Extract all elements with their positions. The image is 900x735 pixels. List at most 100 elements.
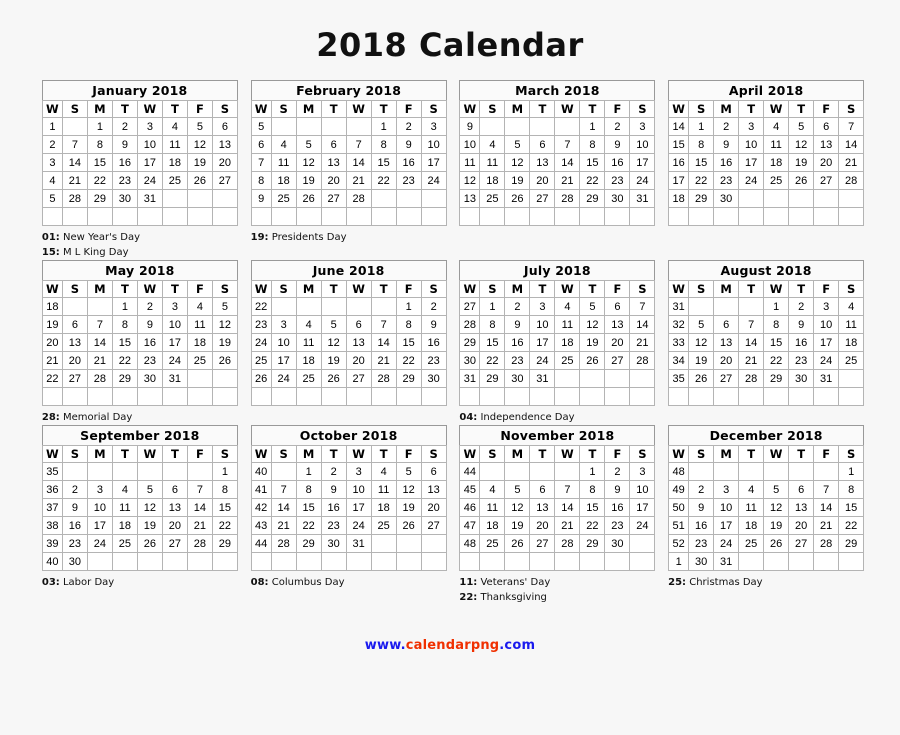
day-cell[interactable]: 23 [688,534,715,554]
day-cell[interactable]: 14 [838,135,865,155]
day-cell[interactable]: 27 [713,369,740,389]
day-cell[interactable]: 28 [270,534,297,554]
day-cell[interactable]: 9 [788,315,815,335]
day-cell[interactable]: 28 [554,534,581,554]
day-cell[interactable]: 8 [579,135,606,155]
day-cell[interactable]: 3 [136,117,163,137]
day-cell[interactable]: 11 [738,498,765,518]
day-cell[interactable]: 11 [161,135,188,155]
day-cell[interactable]: 16 [136,333,163,353]
day-cell[interactable]: 23 [504,351,531,371]
day-cell[interactable]: 10 [629,480,656,500]
day-cell[interactable]: 4 [479,480,506,500]
day-cell[interactable]: 20 [320,171,347,191]
day-cell[interactable]: 27 [604,351,631,371]
day-cell[interactable]: 17 [529,333,556,353]
day-cell[interactable]: 13 [529,153,556,173]
day-cell[interactable]: 4 [295,315,322,335]
day-cell[interactable]: 17 [161,333,188,353]
day-cell[interactable]: 20 [161,516,188,536]
day-cell[interactable]: 1 [86,117,113,137]
day-cell[interactable]: 19 [504,516,531,536]
day-cell[interactable]: 6 [420,462,447,482]
day-cell[interactable]: 30 [604,189,631,209]
day-cell[interactable]: 4 [838,297,865,317]
day-cell[interactable]: 15 [111,333,138,353]
day-cell[interactable]: 3 [738,117,765,137]
day-cell[interactable]: 18 [186,333,213,353]
day-cell[interactable]: 2 [604,117,631,137]
day-cell[interactable]: 25 [161,171,188,191]
day-cell[interactable]: 19 [788,153,815,173]
day-cell[interactable]: 14 [370,333,397,353]
day-cell[interactable]: 14 [270,498,297,518]
day-cell[interactable]: 15 [688,153,715,173]
day-cell[interactable]: 9 [504,315,531,335]
day-cell[interactable]: 30 [320,534,347,554]
day-cell[interactable]: 1 [295,462,322,482]
day-cell[interactable]: 6 [788,480,815,500]
day-cell[interactable]: 7 [86,315,113,335]
day-cell[interactable]: 2 [604,462,631,482]
day-cell[interactable]: 17 [813,333,840,353]
day-cell[interactable]: 5 [136,480,163,500]
day-cell[interactable]: 4 [554,297,581,317]
day-cell[interactable]: 21 [186,516,213,536]
day-cell[interactable]: 1 [479,297,506,317]
day-cell[interactable]: 24 [738,171,765,191]
day-cell[interactable]: 15 [211,498,238,518]
day-cell[interactable]: 10 [136,135,163,155]
day-cell[interactable]: 12 [688,333,715,353]
day-cell[interactable]: 8 [763,315,790,335]
day-cell[interactable]: 4 [186,297,213,317]
day-cell[interactable]: 10 [420,135,447,155]
day-cell[interactable]: 2 [61,480,88,500]
day-cell[interactable]: 3 [270,315,297,335]
day-cell[interactable]: 26 [688,369,715,389]
day-cell[interactable]: 14 [738,333,765,353]
day-cell[interactable]: 20 [813,153,840,173]
day-cell[interactable]: 7 [370,315,397,335]
day-cell[interactable]: 17 [738,153,765,173]
day-cell[interactable]: 12 [788,135,815,155]
day-cell[interactable]: 29 [86,189,113,209]
day-cell[interactable]: 21 [61,171,88,191]
day-cell[interactable]: 19 [688,351,715,371]
day-cell[interactable]: 7 [629,297,656,317]
day-cell[interactable]: 12 [579,315,606,335]
day-cell[interactable]: 3 [420,117,447,137]
day-cell[interactable]: 2 [395,117,422,137]
day-cell[interactable]: 3 [345,462,372,482]
day-cell[interactable]: 24 [813,351,840,371]
day-cell[interactable]: 18 [370,498,397,518]
day-cell[interactable]: 11 [270,153,297,173]
day-cell[interactable]: 14 [86,333,113,353]
day-cell[interactable]: 20 [529,171,556,191]
day-cell[interactable]: 12 [211,315,238,335]
day-cell[interactable]: 22 [688,171,715,191]
day-cell[interactable]: 19 [211,333,238,353]
day-cell[interactable]: 21 [370,351,397,371]
day-cell[interactable]: 10 [629,135,656,155]
day-cell[interactable]: 24 [161,351,188,371]
day-cell[interactable]: 6 [529,135,556,155]
day-cell[interactable]: 17 [629,498,656,518]
day-cell[interactable]: 19 [320,351,347,371]
day-cell[interactable]: 7 [554,480,581,500]
day-cell[interactable]: 23 [788,351,815,371]
day-cell[interactable]: 5 [395,462,422,482]
day-cell[interactable]: 8 [370,135,397,155]
day-cell[interactable]: 15 [579,498,606,518]
day-cell[interactable]: 23 [395,171,422,191]
day-cell[interactable]: 23 [136,351,163,371]
day-cell[interactable]: 6 [813,117,840,137]
day-cell[interactable]: 16 [504,333,531,353]
day-cell[interactable]: 16 [688,516,715,536]
day-cell[interactable]: 29 [111,369,138,389]
day-cell[interactable]: 6 [604,297,631,317]
day-cell[interactable]: 25 [479,534,506,554]
day-cell[interactable]: 15 [479,333,506,353]
day-cell[interactable]: 8 [211,480,238,500]
day-cell[interactable]: 28 [370,369,397,389]
day-cell[interactable]: 12 [504,153,531,173]
